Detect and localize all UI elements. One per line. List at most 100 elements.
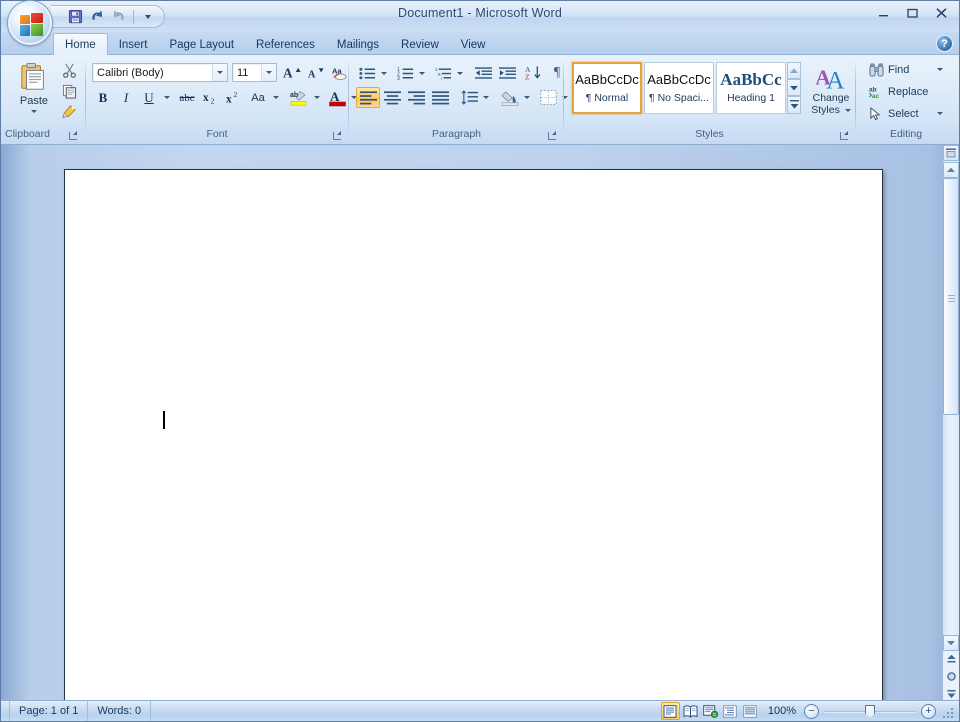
close-button[interactable] [927,4,955,22]
tab-references[interactable]: References [245,34,326,56]
find-dropdown-arrow[interactable] [937,68,943,71]
change-styles-dropdown-arrow[interactable] [844,108,851,112]
tab-home[interactable]: Home [53,33,108,56]
save-button[interactable] [65,7,85,26]
copy-button[interactable] [58,81,80,101]
underline-dropdown-arrow[interactable] [160,87,173,108]
zoom-in-button[interactable]: + [921,703,936,719]
select-dropdown-arrow[interactable] [937,112,943,115]
shading-button[interactable] [498,87,521,108]
scrollbar-thumb[interactable] [943,178,959,415]
align-center-button[interactable] [380,87,404,108]
multilevel-list-button[interactable]: 1 a i [432,63,454,83]
redo-button[interactable] [109,7,129,26]
styles-scroll-down-button[interactable] [787,79,801,96]
web-layout-view-button[interactable] [701,702,720,720]
font-size-combo[interactable]: 11 [232,63,277,82]
document-page[interactable] [64,169,883,701]
line-spacing-button[interactable] [458,87,480,108]
office-button[interactable] [8,1,52,45]
full-screen-reading-view-button[interactable] [681,702,700,720]
italic-button[interactable]: I [115,87,137,108]
decrease-indent-button[interactable] [472,63,495,83]
change-case-button[interactable]: Aa [246,87,270,108]
cut-button[interactable] [58,60,80,80]
subscript-button[interactable]: x 2 [200,87,222,108]
change-case-dropdown-arrow[interactable] [270,87,282,108]
draft-view-button[interactable] [741,702,760,720]
undo-button[interactable] [87,7,107,26]
borders-button[interactable] [537,87,559,108]
document-workspace[interactable] [1,145,959,701]
style-no-spacing[interactable]: AaBbCcDc ¶ No Spaci... [644,62,714,114]
page-indicator[interactable]: Page: 1 of 1 [9,701,89,721]
customize-qat-button[interactable] [138,7,158,26]
font-color-button[interactable]: A [326,87,348,108]
bold-button[interactable]: B [92,87,114,108]
bullets-dropdown-arrow[interactable] [378,63,390,83]
select-browse-object-button[interactable] [943,668,959,684]
highlight-dropdown-arrow[interactable] [311,87,323,108]
clipboard-dialog-launcher[interactable] [67,130,78,141]
format-painter-button[interactable] [58,102,80,122]
increase-indent-button[interactable] [496,63,519,83]
styles-dialog-launcher[interactable] [838,130,849,141]
zoom-out-button[interactable]: − [804,703,819,719]
scroll-up-button[interactable] [943,162,959,178]
font-dialog-launcher[interactable] [331,130,342,141]
style-normal[interactable]: AaBbCcDc ¶ Normal [572,62,642,114]
underline-button[interactable]: U [138,87,160,108]
align-left-button[interactable] [356,87,380,108]
zoom-slider-thumb[interactable] [865,704,875,719]
tab-page-layout[interactable]: Page Layout [158,34,245,56]
minimize-button[interactable] [869,4,897,22]
shading-dropdown-arrow[interactable] [521,87,533,108]
font-name-combo[interactable]: Calibri (Body) [92,63,228,82]
zoom-slider[interactable]: − + [804,703,942,719]
justify-button[interactable] [428,87,452,108]
maximize-button[interactable] [898,4,926,22]
numbering-dropdown-arrow[interactable] [416,63,428,83]
clear-formatting-button[interactable]: Aa [328,63,350,83]
outline-view-button[interactable] [721,702,740,720]
styles-scroll-up-button[interactable] [787,62,801,79]
line-spacing-dropdown-arrow[interactable] [480,87,492,108]
change-styles-button[interactable]: A A Change Styles [809,59,853,123]
font-size-dropdown-arrow[interactable] [261,64,276,81]
previous-page-button[interactable] [943,651,959,667]
zoom-slider-track[interactable] [824,704,916,719]
split-window-handle[interactable] [943,145,959,161]
tab-review[interactable]: Review [390,34,450,56]
align-right-button[interactable] [404,87,428,108]
tab-mailings[interactable]: Mailings [326,34,390,56]
print-layout-view-button[interactable] [660,702,680,720]
word-count-indicator[interactable]: Words: 0 [88,701,152,721]
multilevel-dropdown-arrow[interactable] [454,63,466,83]
text-highlight-color-button[interactable]: ab [287,87,311,108]
styles-more-button[interactable] [787,96,801,114]
paste-button[interactable]: Paste [8,58,60,126]
select-button[interactable]: Select [864,103,948,124]
zoom-level-label[interactable]: 100% [760,705,804,717]
resize-grip[interactable] [942,704,956,718]
numbering-button[interactable]: 123 [394,63,416,83]
bullets-button[interactable] [356,63,378,83]
superscript-button[interactable]: x 2 [223,87,245,108]
next-page-button[interactable] [943,685,959,701]
sort-button[interactable]: A Z [522,63,544,83]
replace-button[interactable]: ab ac Replace [864,81,948,102]
strikethrough-button[interactable]: abc [175,87,199,108]
shrink-font-button[interactable]: A [304,63,326,83]
tab-insert[interactable]: Insert [108,34,159,56]
paste-dropdown-arrow[interactable] [31,110,37,113]
scrollbar-track[interactable] [943,178,959,635]
style-heading-1[interactable]: AaBbCс Heading 1 [716,62,786,114]
scroll-down-button[interactable] [943,635,959,651]
help-icon[interactable]: ? [936,35,953,52]
tab-view[interactable]: View [450,34,497,56]
vertical-scrollbar[interactable] [942,145,959,701]
paragraph-dialog-launcher[interactable] [546,130,557,141]
grow-font-button[interactable]: A [281,63,303,83]
font-name-dropdown-arrow[interactable] [212,64,227,81]
find-button[interactable]: Find [864,59,948,80]
